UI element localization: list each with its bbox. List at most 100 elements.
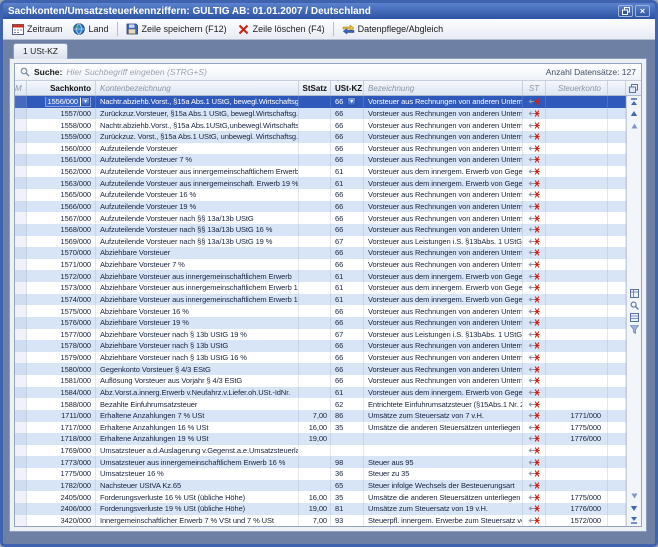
table-row[interactable]: 1570/000Abziehbare Vorsteuer66Vorsteuer … bbox=[15, 247, 626, 259]
row-marker-cell bbox=[15, 503, 27, 515]
table-row[interactable]: 1581/000Auflösung Vorsteuer aus Vorjahr … bbox=[15, 375, 626, 387]
content-area: 1 USt-KZ Suche: Hier Suchbegriff eingebe… bbox=[3, 40, 655, 544]
column-header-ustkz[interactable]: USt-KZ bbox=[331, 81, 364, 95]
zeile-loeschen-button[interactable]: Zeile löschen (F4) bbox=[232, 22, 330, 36]
table-row[interactable]: 1574/000Abziehbare Vorsteuer aus innerge… bbox=[15, 294, 626, 306]
zeile-speichern-button[interactable]: Zeile speichern (F12) bbox=[121, 22, 232, 36]
steuerschluessel-icon bbox=[528, 434, 541, 443]
filler-cell bbox=[608, 445, 626, 457]
table-row[interactable]: 1773/000Umsatzsteuer aus innergemeinscha… bbox=[15, 456, 626, 468]
table-row[interactable]: 1576/000Abziehbare Vorsteuer 19 %66Vorst… bbox=[15, 317, 626, 329]
search-bar[interactable]: Suche: Hier Suchbegriff eingeben (STRG+S… bbox=[15, 64, 641, 81]
column-header-sachkonto[interactable]: Sachkonto bbox=[27, 81, 96, 95]
bezeichnung-cell: Vorsteuer aus Leistungen i.S. §13bAbs. 1… bbox=[364, 236, 523, 248]
table-row[interactable]: 1566/000Aufzuteilende Vorsteuer 19 %66Vo… bbox=[15, 201, 626, 213]
scroll-up-icon[interactable] bbox=[628, 108, 641, 120]
kontenbezeichnung-cell: Umsatzsteuer aus innergemeinschaftlichem… bbox=[96, 456, 299, 468]
stsatz-cell bbox=[299, 143, 331, 155]
table-row[interactable]: 1769/000Umsatzsteuer a.d.Auslagerung v.G… bbox=[15, 445, 626, 457]
search-input[interactable]: Hier Suchbegriff eingeben (STRG+S) bbox=[66, 67, 545, 77]
table-row[interactable]: 1572/000Abziehbare Vorsteuer aus innerge… bbox=[15, 270, 626, 282]
st-cell bbox=[523, 410, 546, 422]
filler-cell bbox=[608, 166, 626, 178]
columns-icon[interactable] bbox=[628, 311, 641, 323]
table-row[interactable]: 1717/000Erhaltene Anzahlungen 16 % USt16… bbox=[15, 422, 626, 434]
table-row[interactable]: 3420/000Innergemeinschaftlicher Erwerb 7… bbox=[15, 515, 626, 527]
page-down-icon[interactable] bbox=[628, 490, 641, 502]
table-row[interactable]: 1580/000Gegenkonto Vorsteuer § 4/3 EStG6… bbox=[15, 363, 626, 375]
column-header-bezeichnung[interactable]: Bezeichnung bbox=[364, 81, 523, 95]
steuerkonto-cell: 1776/000 bbox=[546, 503, 608, 515]
stsatz-cell bbox=[299, 305, 331, 317]
zeitraum-button[interactable]: Zeitraum bbox=[6, 22, 68, 36]
column-header-stsatz[interactable]: StSatz bbox=[299, 81, 331, 95]
tab-ust-kz[interactable]: 1 USt-KZ bbox=[13, 43, 68, 59]
steuerschluessel-icon bbox=[528, 516, 541, 525]
sachkonto-combobox[interactable]: 1556/000▼ bbox=[45, 97, 91, 107]
table-row[interactable]: 1775/000Umsatzsteuer 16 %36Steuer zu 35 bbox=[15, 468, 626, 480]
kontenbezeichnung-cell: Nachsteuer UStVA Kz.65 bbox=[96, 480, 299, 492]
table-row[interactable]: 1560/000Aufzuteilende Vorsteuer66Vorsteu… bbox=[15, 143, 626, 155]
scroll-to-top-icon[interactable] bbox=[628, 96, 641, 108]
dropdown-button[interactable]: ▼ bbox=[81, 97, 90, 106]
steuerkonto-cell bbox=[546, 317, 608, 329]
table-row[interactable]: 1588/000Bezahlte Einfuhrumsatzsteuer62En… bbox=[15, 398, 626, 410]
table-row[interactable]: 1571/000Abziehbare Vorsteuer 7 %66Vorste… bbox=[15, 259, 626, 271]
stsatz-cell bbox=[299, 468, 331, 480]
table-row[interactable]: 1568/000Aufzuteilende Vorsteuer nach §§ … bbox=[15, 224, 626, 236]
page-up-icon[interactable] bbox=[628, 120, 641, 132]
table-row[interactable]: 1579/000Abziehbare Vorsteuer nach § 13b … bbox=[15, 352, 626, 364]
table-row[interactable]: 1711/000Erhaltene Anzahlungen 7 % USt7,0… bbox=[15, 410, 626, 422]
table-row[interactable]: 1563/000Aufzuteilende Vorsteuer aus inne… bbox=[15, 177, 626, 189]
datenpflege-button[interactable]: Datenpflege/Abgleich bbox=[337, 22, 449, 36]
steuerschluessel-icon bbox=[528, 365, 541, 374]
sachkonto-cell: 3420/000 bbox=[27, 515, 96, 527]
ustkz-cell: 66 bbox=[331, 224, 364, 236]
table-row[interactable]: 1556/000▼Nachtr.abziehb.Vorst., §15a Abs… bbox=[15, 96, 626, 108]
close-button[interactable]: × bbox=[635, 5, 650, 17]
zoom-icon[interactable] bbox=[628, 299, 641, 311]
filter-icon[interactable] bbox=[628, 323, 641, 335]
table-row[interactable]: 1782/000Nachsteuer UStVA Kz.6565Steuer i… bbox=[15, 480, 626, 492]
steuerschluessel-icon bbox=[528, 318, 541, 327]
kontenbezeichnung-cell: Abziehbare Vorsteuer bbox=[96, 247, 299, 259]
sachkonto-cell: 1718/000 bbox=[27, 433, 96, 445]
zeile-speichern-label: Zeile speichern (F12) bbox=[142, 24, 227, 34]
table-row[interactable]: 1561/000Aufzuteilende Vorsteuer 7 %66Vor… bbox=[15, 154, 626, 166]
land-button[interactable]: Land bbox=[68, 22, 114, 36]
table-row[interactable]: 1569/000Aufzuteilende Vorsteuer nach §§ … bbox=[15, 236, 626, 248]
table-row[interactable]: 2405/000Forderungsverluste 16 % USt (übl… bbox=[15, 491, 626, 503]
table-row[interactable]: 1575/000Abziehbare Vorsteuer 16 %66Vorst… bbox=[15, 305, 626, 317]
st-cell bbox=[523, 259, 546, 271]
steuerkonto-cell bbox=[546, 224, 608, 236]
table-row[interactable]: 1567/000Aufzuteilende Vorsteuer nach §§ … bbox=[15, 212, 626, 224]
table-row[interactable]: 1578/000Abziehbare Vorsteuer nach § 13b … bbox=[15, 340, 626, 352]
grid-settings-icon[interactable] bbox=[628, 287, 641, 299]
table-row[interactable]: 1565/000Aufzuteilende Vorsteuer 16 %66Vo… bbox=[15, 189, 626, 201]
ustkz-cell: 66 bbox=[331, 131, 364, 143]
column-header-st[interactable]: ST bbox=[523, 81, 546, 95]
table-row[interactable]: 1559/000Zurückzuz. Vorst., §15a Abs.1 US… bbox=[15, 131, 626, 143]
steuerkonto-cell bbox=[546, 108, 608, 120]
table-row[interactable]: 1562/000Aufzuteilende Vorsteuer aus inne… bbox=[15, 166, 626, 178]
sachkonto-cell: 1576/000 bbox=[27, 317, 96, 329]
column-header-steuerkonto[interactable]: Steuerkonto bbox=[546, 81, 608, 95]
table-row[interactable]: 1577/000Abziehbare Vorsteuer nach § 13b … bbox=[15, 329, 626, 341]
table-row[interactable]: 1584/000Abz.Vorst.a.innerg.Erwerb v.Neuf… bbox=[15, 387, 626, 399]
table-row[interactable]: 1718/000Erhaltene Anzahlungen 19 % USt19… bbox=[15, 433, 626, 445]
bezeichnung-cell bbox=[364, 445, 523, 457]
table-row[interactable]: 1558/000Nachtr.abziehb.Vorst., §15a Abs.… bbox=[15, 119, 626, 131]
table-row[interactable]: 1557/000Zurückzuz.Vorsteuer, §15a Abs.1 … bbox=[15, 108, 626, 120]
filler-cell bbox=[608, 201, 626, 213]
filler-cell bbox=[608, 294, 626, 306]
scroll-down-icon[interactable] bbox=[628, 502, 641, 514]
column-header-marker[interactable]: M bbox=[15, 81, 27, 95]
table-row[interactable]: 2406/000Forderungsverluste 19 % USt (übl… bbox=[15, 503, 626, 515]
table-row[interactable]: 1573/000Abziehbare Vorsteuer aus innerge… bbox=[15, 282, 626, 294]
steuerkonto-cell bbox=[546, 456, 608, 468]
scroll-to-bottom-icon[interactable] bbox=[628, 514, 641, 526]
column-chooser-button[interactable] bbox=[626, 81, 641, 95]
dropdown-button[interactable]: ▼ bbox=[347, 97, 356, 106]
restore-button[interactable] bbox=[618, 5, 633, 17]
column-header-kontenbezeichnung[interactable]: Kontenbezeichnung bbox=[96, 81, 299, 95]
